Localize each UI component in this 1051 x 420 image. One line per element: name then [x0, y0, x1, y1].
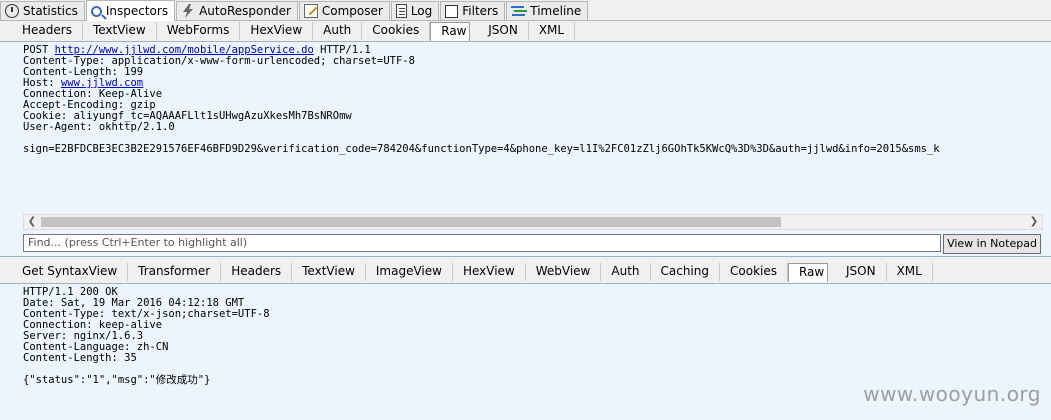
resp-tab-xml[interactable]: XML — [887, 263, 933, 281]
scroll-right-icon[interactable]: ❯ — [1026, 215, 1042, 229]
response-inspector-tabs: Get SyntaxView Transformer Headers TextV… — [0, 261, 1051, 283]
tab-statistics[interactable]: Statistics — [0, 1, 85, 20]
resp-tab-hexview[interactable]: HexView — [453, 263, 526, 281]
scroll-left-icon[interactable]: ❮ — [24, 215, 40, 229]
tab-statistics-label: Statistics — [23, 4, 78, 18]
tab-inspectors-label: Inspectors — [105, 4, 169, 18]
tab-filters[interactable]: Filters — [440, 1, 506, 20]
clock-icon — [5, 4, 19, 18]
scroll-thumb[interactable] — [41, 217, 781, 227]
view-in-notepad-button[interactable]: View in Notepad — [943, 234, 1041, 254]
request-raw-pane[interactable]: POST http://www.jjlwd.com/mobile/appServ… — [0, 41, 1051, 257]
resp-tab-textview[interactable]: TextView — [292, 263, 366, 281]
resp-tab-json[interactable]: JSON — [836, 263, 887, 281]
lightning-icon — [181, 4, 195, 18]
log-icon — [395, 4, 407, 18]
req-tab-auth[interactable]: Auth — [313, 22, 363, 40]
find-input[interactable]: Find... (press Ctrl+Enter to highlight a… — [23, 234, 941, 252]
timeline-icon — [511, 4, 526, 18]
req-tab-xml[interactable]: XML — [529, 22, 576, 40]
resp-tab-transformer[interactable]: Transformer — [128, 263, 222, 281]
resp-tab-caching[interactable]: Caching — [651, 263, 720, 281]
request-inspector-tabs: Headers TextView WebForms HexView Auth C… — [0, 21, 1051, 41]
req-tab-hexview[interactable]: HexView — [240, 22, 314, 40]
checkbox-icon — [445, 4, 459, 18]
resp-tab-cookies[interactable]: Cookies — [720, 263, 788, 281]
req-tab-headers[interactable]: Headers — [0, 22, 83, 40]
req-tab-cookies[interactable]: Cookies — [362, 22, 431, 40]
tab-log-label: Log — [410, 4, 433, 18]
tab-timeline-label: Timeline — [530, 4, 582, 18]
request-body: sign=E2BFDCBE3EC3B2E291576EF46BFD9D29&ve… — [23, 143, 940, 155]
tab-filters-label: Filters — [462, 4, 499, 18]
tab-composer-label: Composer — [321, 4, 383, 18]
resp-tab-imageview[interactable]: ImageView — [366, 263, 453, 281]
watermark: www.wooyun.org — [863, 382, 1041, 406]
tab-autoresponder-label: AutoResponder — [199, 4, 291, 18]
request-user-agent: User-Agent: okhttp/2.1.0 — [23, 121, 175, 133]
tab-inspectors[interactable]: Inspectors — [85, 0, 176, 21]
response-body: {"status":"1","msg":"修改成功"} — [23, 374, 211, 386]
response-content-length: Content-Length: 35 — [23, 352, 137, 364]
req-tab-json[interactable]: JSON — [478, 22, 529, 40]
resp-tab-webview[interactable]: WebView — [526, 263, 602, 281]
request-raw-text[interactable]: POST http://www.jjlwd.com/mobile/appServ… — [23, 45, 940, 155]
tab-composer[interactable]: Composer — [298, 1, 390, 20]
request-horizontal-scrollbar[interactable]: ❮ ❯ — [23, 214, 1043, 230]
resp-tab-headers[interactable]: Headers — [221, 263, 293, 281]
req-tab-webforms[interactable]: WebForms — [157, 22, 241, 40]
response-raw-text[interactable]: HTTP/1.1 200 OK Date: Sat, 19 Mar 2016 0… — [23, 287, 270, 386]
tab-log[interactable]: Log — [390, 1, 440, 20]
resp-tab-get-syntaxview[interactable]: Get SyntaxView — [0, 263, 129, 281]
tab-autoresponder[interactable]: AutoResponder — [176, 1, 298, 20]
resp-tab-auth[interactable]: Auth — [601, 263, 651, 281]
req-tab-raw[interactable]: Raw — [430, 22, 471, 41]
tab-timeline[interactable]: Timeline — [506, 1, 589, 20]
compose-icon — [303, 4, 318, 18]
req-tab-textview[interactable]: TextView — [83, 22, 157, 40]
magnifier-icon — [90, 5, 102, 17]
resp-tab-raw[interactable]: Raw — [787, 263, 828, 282]
main-tab-strip: Statistics Inspectors AutoResponder Comp… — [0, 0, 1051, 21]
